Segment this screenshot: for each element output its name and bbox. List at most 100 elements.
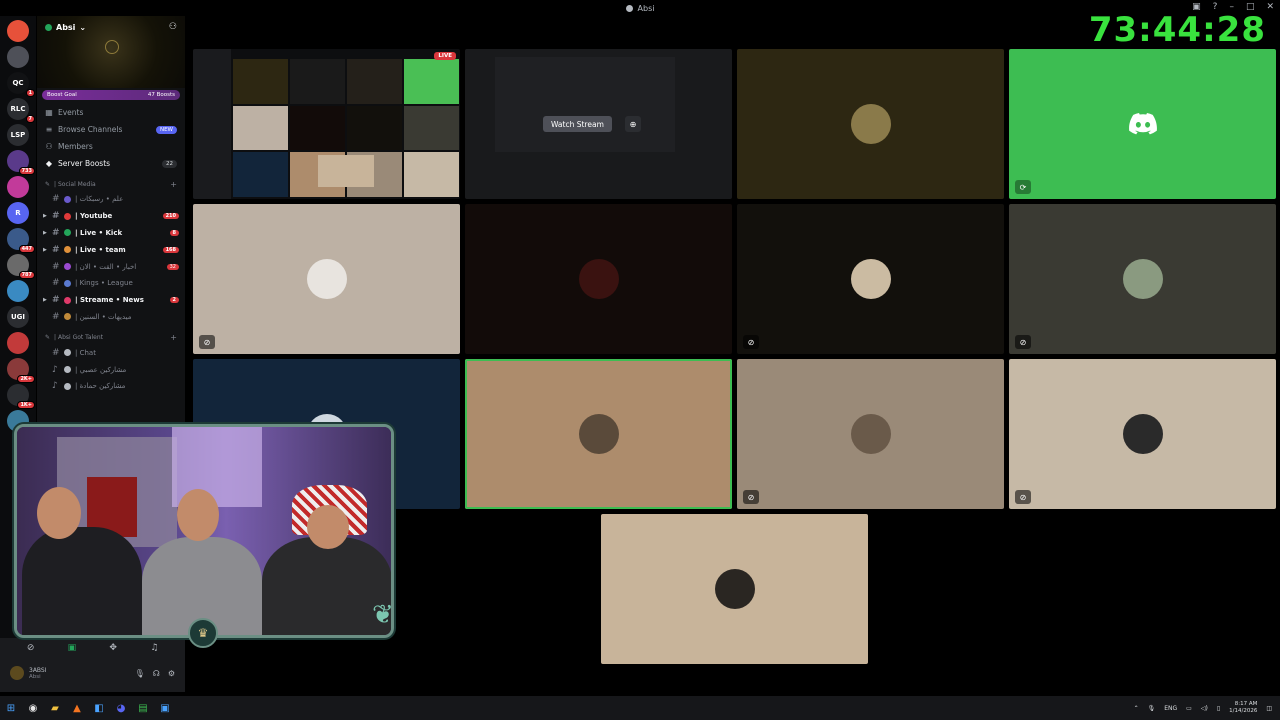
close-icon[interactable]: ✕ (1266, 2, 1274, 12)
discord-taskbar-icon[interactable]: ◕ (110, 697, 132, 719)
nav-item[interactable]: ◆ Server Boosts 22 (37, 155, 185, 172)
chrome-icon[interactable]: ◉ (22, 697, 44, 719)
channel-item[interactable]: ▶ # | Live • team 168 (37, 241, 185, 258)
add-channel-icon[interactable]: + (170, 180, 177, 189)
server-icon[interactable]: 733 (7, 150, 35, 175)
windows-start-icon[interactable]: ⊞ (0, 697, 22, 719)
app-orange-icon[interactable]: ▲ (66, 697, 88, 719)
chevron-right-icon: ▶ (43, 246, 47, 253)
notification-icon[interactable]: ◫ (1266, 705, 1272, 712)
server-icon[interactable] (7, 332, 29, 354)
stream-blur-preview (495, 57, 675, 152)
discord-logo-tile[interactable]: ⟳ (1009, 49, 1276, 199)
channel-emoji-icon (64, 279, 71, 287)
server-banner[interactable]: Absi ⌄ ⚇ (37, 16, 185, 88)
channel-item[interactable]: # | علم • رسبكات (37, 191, 185, 208)
channel-item[interactable]: ▶ # | Youtube 210 (37, 208, 185, 225)
media-app-icon[interactable]: ▣ (154, 697, 176, 719)
server-icon[interactable]: 2K+ (7, 358, 35, 383)
verified-icon (45, 24, 52, 31)
chevron-up-icon[interactable]: ⌃ (1134, 705, 1139, 712)
participant-tile[interactable]: ⊘ (1009, 204, 1276, 354)
server-mention-badge: 733 (18, 167, 35, 175)
battery-icon[interactable]: ▯ (1217, 705, 1220, 712)
server-icon[interactable]: QC 1 (7, 72, 35, 97)
file-explorer-icon[interactable]: ▰ (44, 697, 66, 719)
participant-tile[interactable] (737, 49, 1004, 199)
server-icon[interactable] (7, 280, 29, 302)
mic-tray-icon[interactable]: 🎙 (1148, 705, 1156, 712)
channel-item[interactable]: ▶ # | Live • Kick 8 (37, 225, 185, 242)
activities-icon[interactable]: ✥ (103, 643, 123, 653)
channel-category[interactable]: ✎ | Social Media + (37, 177, 185, 191)
nav-item[interactable]: ⚇ Members (37, 138, 185, 155)
clock[interactable]: 8:17 AM 1/14/2026 (1229, 701, 1257, 715)
screen-share-icon[interactable]: ▣ (62, 643, 82, 653)
server-icon[interactable]: 787 (7, 254, 35, 279)
chevron-right-icon: ▶ (43, 297, 47, 304)
server-header[interactable]: Absi ⌄ (45, 23, 86, 32)
settings-gear-icon[interactable]: ⚙ (168, 669, 175, 678)
add-channel-icon[interactable]: + (170, 333, 177, 342)
nav-item[interactable]: ≡ Browse Channels NEW (37, 121, 185, 138)
user-row[interactable]: 3ABSI Absi 🎙 ☊ ⚙ (0, 658, 185, 688)
participant-tile[interactable]: ⊘ (737, 359, 1004, 509)
participant-avatar (578, 414, 619, 454)
hash-icon: # (52, 211, 60, 222)
server-icon[interactable]: UGI (7, 306, 29, 328)
soundboard-icon[interactable]: ♫ (144, 643, 164, 653)
user-name: 3ABSI (29, 666, 47, 674)
popout-icon[interactable]: ⊕ (625, 116, 641, 132)
participant-tile[interactable]: ⊘ (193, 204, 460, 354)
server-icon[interactable] (7, 176, 29, 198)
webcam-overlay (14, 424, 394, 638)
participant-tile[interactable] (465, 204, 732, 354)
server-icon[interactable]: R (7, 202, 29, 224)
server-mention-badge: 787 (18, 271, 35, 279)
language-indicator[interactable]: ENG (1164, 705, 1177, 712)
channel-name: | اخبار • القت • الان (75, 262, 137, 271)
channel-item[interactable]: # | اخبار • القت • الان 32 (37, 258, 185, 275)
browse-icon: ≡ (45, 125, 53, 134)
microphone-icon[interactable]: 🎙 (135, 669, 145, 678)
user-avatar[interactable] (10, 666, 24, 680)
person-middle-head (177, 489, 219, 541)
server-icon[interactable]: RLC 7 (7, 98, 35, 123)
channel-category[interactable]: ✎ | Absi Got Talent + (37, 330, 185, 344)
participant-tile[interactable]: ⊘ (737, 204, 1004, 354)
server-icon[interactable]: 447 (7, 228, 35, 253)
channel-item[interactable]: ♪ | مشاركين حمادة (37, 378, 185, 395)
participant-tile[interactable]: ⊘ (1009, 359, 1276, 509)
network-icon[interactable]: ▭ (1186, 705, 1192, 712)
headphones-icon[interactable]: ☊ (153, 669, 160, 678)
terminal-icon[interactable]: ▤ (132, 697, 154, 719)
channel-item[interactable]: ▶ # | Streame • News 2 (37, 292, 185, 309)
server-icon[interactable] (7, 20, 29, 42)
hash-icon: # (52, 347, 60, 358)
server-icon[interactable]: LSP (7, 124, 29, 146)
participant-tile[interactable] (465, 359, 732, 509)
server-icon[interactable] (7, 46, 29, 68)
watch-stream-tile[interactable]: Watch Stream ⊕ (465, 49, 732, 199)
boost-goal-bar[interactable]: Boost Goal 47 Boosts (42, 90, 180, 100)
invite-icon[interactable]: ⚇ (169, 22, 177, 32)
channel-item[interactable]: # | Chat (37, 344, 185, 361)
watch-stream-button[interactable]: Watch Stream (543, 116, 612, 132)
voice-channel-icon: ♪ (52, 381, 58, 392)
participant-tile[interactable] (601, 514, 868, 664)
channel-item[interactable]: # | ميديهات • السنين (37, 309, 185, 326)
nav-item[interactable]: ▦ Events (37, 104, 185, 121)
channel-mention-badge: 168 (162, 246, 179, 253)
muted-mic-icon: ⊘ (743, 335, 759, 349)
category-icon: ✎ (45, 180, 51, 188)
calendar-icon: ▦ (45, 108, 53, 117)
video-off-icon[interactable]: ⊘ (21, 643, 41, 653)
store-icon[interactable]: ◧ (88, 697, 110, 719)
boost-goal-count: 47 Boosts (147, 92, 175, 98)
channel-item[interactable]: # | Kings • League (37, 275, 185, 292)
stream-tile[interactable]: LIVE (193, 49, 460, 199)
volume-icon[interactable]: ◁) (1201, 705, 1208, 712)
server-icon-label: UGI (10, 313, 26, 321)
server-icon[interactable]: 1K+ (7, 384, 35, 409)
channel-item[interactable]: ♪ | مشاركين عصبي (37, 361, 185, 378)
